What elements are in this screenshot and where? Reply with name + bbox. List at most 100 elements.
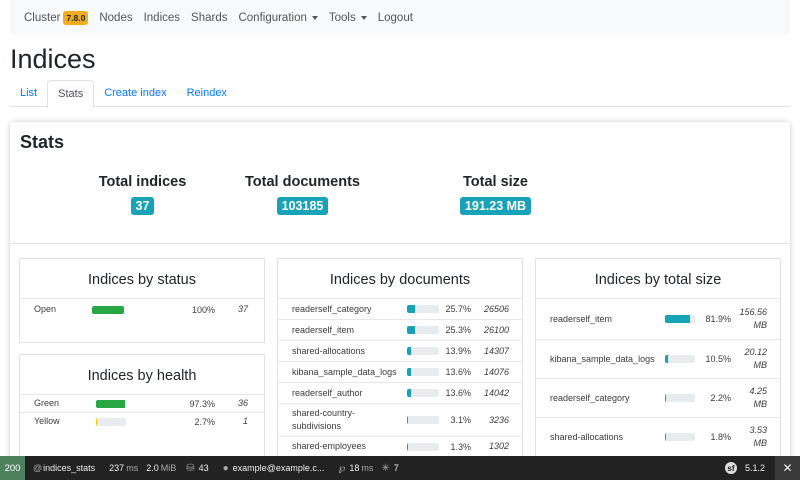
progress-track: [96, 399, 126, 408]
panel-title: Indices by health: [87, 368, 197, 384]
nav-nodes[interactable]: Nodes: [99, 12, 132, 24]
time-segment[interactable]: 237 ms: [109, 463, 138, 473]
progress-fill: [407, 326, 416, 334]
summary-total-indices: Total indices 37: [55, 174, 230, 215]
row-percent: 25.7%: [445, 304, 471, 314]
tab-create-index[interactable]: Create index: [94, 80, 176, 107]
nav-indices[interactable]: Indices: [144, 12, 180, 24]
summary-label: Total size: [463, 174, 528, 190]
progress-track: [407, 347, 439, 355]
nav-logout[interactable]: Logout: [378, 12, 413, 24]
progress-bar: [92, 299, 124, 320]
row-percent: 25.3%: [445, 325, 471, 335]
panel-indices-by-total-size: Indices by total size readerself_item 81.…: [535, 258, 781, 480]
user-segment[interactable]: ● example@example.c...: [223, 463, 325, 474]
events-count: 7: [393, 463, 399, 473]
progress-fill: [407, 389, 412, 397]
version-badge: 7.8.0: [63, 10, 89, 25]
summary-badge: 37: [130, 197, 155, 215]
progress-fill: [665, 315, 690, 323]
progress-fill: [407, 416, 408, 424]
debug-toolbar: 200 @ indices_stats 237 ms 2.0 MiB ⛁ 43 …: [0, 456, 800, 480]
memory-segment[interactable]: 2.0 MiB: [146, 463, 176, 473]
memory-value: 2.0: [146, 463, 159, 473]
stats-row: readerself_author 13.6% 14042: [278, 382, 522, 403]
twig-icon: ℘: [338, 462, 346, 474]
progress-track: [407, 368, 439, 376]
summary-label: Total indices: [98, 174, 187, 190]
close-toolbar-button[interactable]: ✕: [775, 456, 800, 480]
close-icon: ✕: [782, 461, 793, 475]
stats-row: readerself_category 2.2% 4.25 MB: [536, 378, 780, 417]
card-divider: [10, 243, 790, 244]
tab-stats[interactable]: Stats: [47, 80, 95, 108]
progress-bar: [407, 383, 439, 403]
nav-cluster[interactable]: Cluster 7.8.0: [24, 10, 89, 25]
row-percent: 13.6%: [445, 388, 471, 398]
stats-row: shared-allocations 1.8% 3.53 MB: [536, 417, 780, 456]
row-name: shared-allocations: [292, 345, 366, 356]
stats-row: kibana_sample_data_logs 13.6% 14076: [278, 361, 522, 382]
stats-row: readerself_item 25.3% 26100: [278, 319, 522, 340]
progress-track: [92, 305, 124, 314]
twig-unit: ms: [361, 463, 374, 473]
card-title: Stats: [20, 132, 65, 152]
row-percent: 2.2%: [710, 393, 731, 403]
panel-indices-by-status: Indices by status Open 100% 37: [19, 258, 265, 343]
progress-track: [407, 442, 439, 451]
row-value: 26506: [483, 303, 509, 314]
summary-label: Total documents: [245, 174, 360, 190]
nav-shards[interactable]: Shards: [191, 12, 227, 24]
time-unit: ms: [126, 463, 139, 473]
symfony-version[interactable]: 5.1.2: [745, 463, 765, 473]
progress-fill: [407, 368, 412, 376]
twig-segment[interactable]: ℘ 18 ms: [338, 463, 373, 474]
progress-bar: [407, 362, 439, 382]
tab-reindex[interactable]: Reindex: [177, 80, 237, 107]
stats-row: shared-country-subdivisions 3.1% 3236: [278, 403, 522, 436]
row-percent: 13.9%: [445, 346, 471, 356]
nav-configuration-label: Configuration: [238, 11, 307, 24]
row-percent: 2.7%: [194, 416, 215, 427]
stats-row: shared-employees 1.3% 1302: [278, 436, 522, 456]
route-segment[interactable]: @ indices_stats: [33, 463, 95, 473]
stats-card: Stats Total indices 37 Total documents 1…: [10, 122, 790, 480]
row-percent: 100%: [191, 304, 215, 315]
row-value: 3236: [488, 414, 509, 425]
tab-list[interactable]: List: [10, 80, 47, 107]
row-name: readerself_author: [292, 387, 363, 398]
progress-bar: [665, 299, 695, 339]
row-value: 1: [242, 416, 248, 426]
progress-fill: [407, 305, 416, 313]
row-value: 1302: [488, 441, 509, 451]
row-name: Green: [34, 398, 60, 408]
nav-configuration-dropdown[interactable]: Configuration: [238, 11, 318, 24]
summary-total-documents: Total documents 103185: [215, 174, 390, 215]
progress-bar: [665, 418, 695, 456]
progress-track: [665, 355, 695, 363]
row-name: readerself_category: [292, 303, 372, 314]
nav-tools-label: Tools: [328, 11, 356, 24]
database-icon: ⛁: [186, 462, 195, 474]
progress-track: [665, 433, 695, 441]
progress-bar: [407, 404, 439, 436]
memory-unit: MiB: [160, 463, 177, 473]
row-name: shared-country-subdivisions: [292, 408, 356, 431]
row-percent: 3.1%: [450, 415, 471, 425]
status-code-badge[interactable]: 200: [0, 456, 25, 480]
database-segment[interactable]: ⛁ 43: [186, 463, 208, 474]
toolbar-right: sf 5.1.2 ✕: [724, 456, 800, 480]
progress-fill: [96, 399, 126, 408]
row-value: 36: [237, 398, 248, 408]
progress-track: [665, 315, 695, 323]
row-percent: 10.5%: [705, 354, 731, 364]
progress-track: [407, 326, 439, 334]
progress-track: [407, 416, 439, 424]
nav-tools-dropdown[interactable]: Tools: [329, 12, 367, 24]
row-value: 37: [237, 304, 248, 314]
panel-title: Indices by status: [88, 272, 196, 288]
events-segment[interactable]: ✳ 7: [381, 463, 398, 474]
stats-row: readerself_item 81.9% 156.56 MB: [536, 298, 780, 339]
row-value: 26100: [483, 324, 509, 335]
row-percent: 81.9%: [705, 314, 731, 324]
